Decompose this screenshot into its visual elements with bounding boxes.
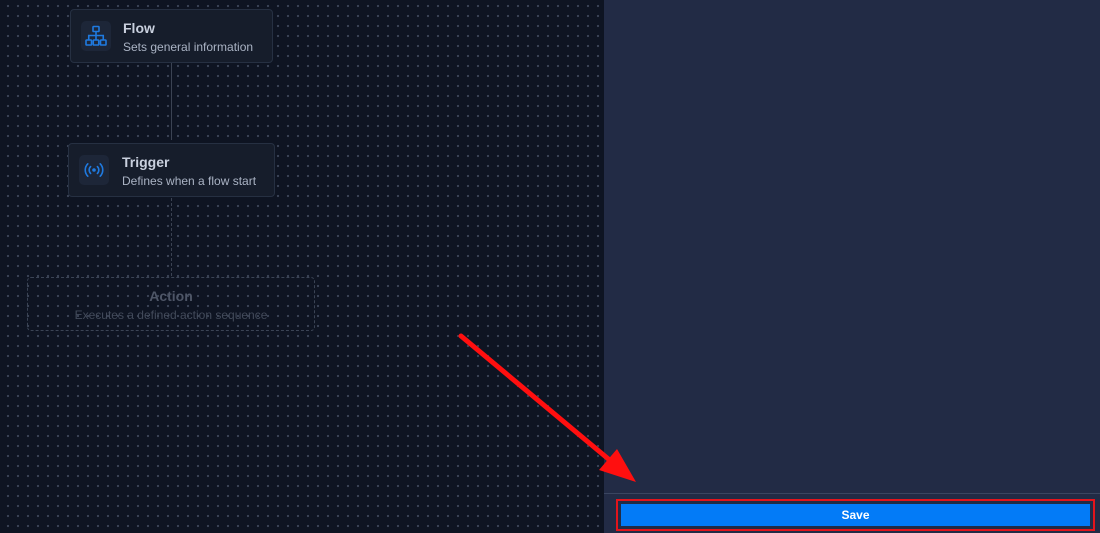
action-node-subtitle: Executes a defined action sequence: [74, 308, 268, 322]
trigger-node-subtitle: Defines when a flow start: [122, 174, 257, 188]
flow-node-subtitle: Sets general information: [123, 40, 254, 54]
save-highlight-box: Save: [616, 499, 1095, 531]
panel-footer: Save: [604, 493, 1100, 533]
flow-node-title: Flow: [123, 20, 155, 36]
save-button[interactable]: Save: [621, 504, 1090, 526]
flow-node[interactable]: Flow Sets general information: [70, 9, 273, 63]
connector-flow-trigger: [171, 63, 172, 140]
action-node-placeholder[interactable]: Action Executes a defined action sequenc…: [27, 277, 315, 331]
trigger-node[interactable]: Trigger Defines when a flow start: [68, 143, 275, 197]
trigger-node-title: Trigger: [122, 154, 170, 170]
sitemap-icon: [81, 21, 111, 51]
broadcast-icon: [79, 155, 109, 185]
flow-canvas[interactable]: Flow Sets general information Trigger De…: [0, 0, 604, 533]
side-panel: Save: [604, 0, 1100, 533]
action-node-title: Action: [149, 288, 193, 304]
connector-trigger-action: [171, 198, 172, 276]
